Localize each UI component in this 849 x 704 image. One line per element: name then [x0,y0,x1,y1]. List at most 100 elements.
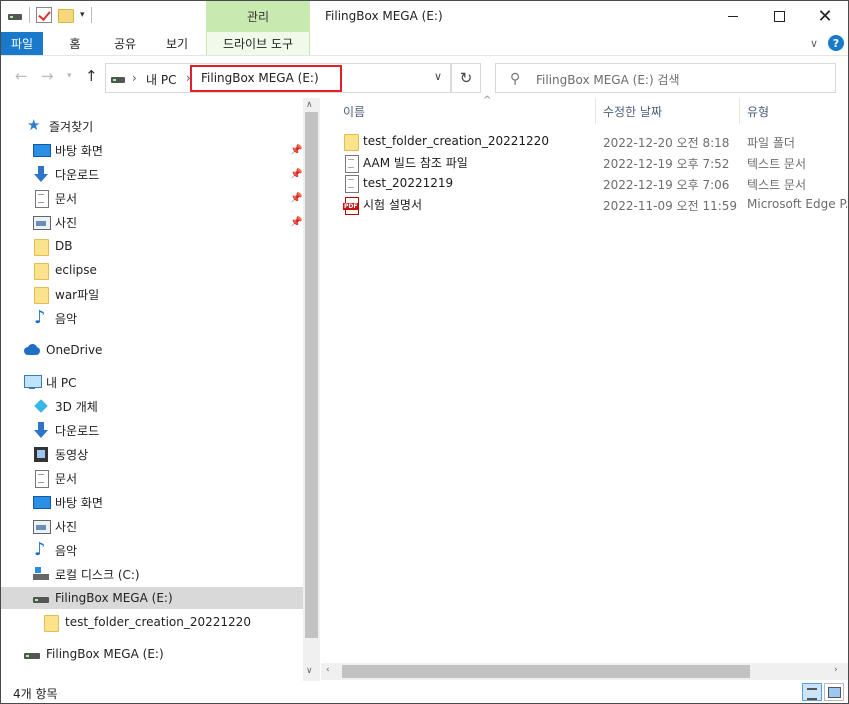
file-row[interactable]: AAM 빌드 참조 파일 2022-12-19 오후 7:52 텍스트 문서 [321,151,848,173]
details-view-button[interactable] [802,683,822,701]
file-row[interactable]: 시험 설명서 2022-11-09 오전 11:59 Microsoft Edg… [321,193,848,215]
scroll-left-chevron-icon[interactable]: ‹ [326,665,330,675]
refresh-button[interactable]: ↻ [451,63,481,93]
nav-item-documents[interactable]: 문서 [1,467,303,489]
nav-item-3d-objects[interactable]: 3D 개체 [1,395,303,417]
pin-icon[interactable]: 📌 [290,145,302,156]
file-row[interactable]: test_folder_creation_20221220 2022-12-20… [321,130,848,151]
tab-home[interactable]: 홈 [57,32,93,55]
scroll-up-chevron-icon[interactable]: ∧ [306,100,313,110]
nav-label: 3D 개체 [55,399,98,414]
manage-context-tab-header[interactable]: 관리 [206,1,310,32]
file-type: Microsoft Edge P... [747,197,847,211]
document-icon [33,190,49,208]
file-row[interactable]: test_20221219 2022-12-19 오후 7:06 텍스트 문서 [321,172,848,193]
nav-label: 다운로드 [55,423,100,438]
scroll-down-chevron-icon[interactable]: ∨ [306,666,313,676]
column-divider[interactable] [595,98,596,124]
window-caption-buttons: ✕ [710,1,848,31]
tab-file[interactable]: 파일 [1,32,43,55]
nav-item-eclipse[interactable]: eclipse [1,259,303,281]
forward-arrow-icon[interactable]: → [41,67,54,85]
address-row: ← → ▾ ↑ › 내 PC › FilingBox MEGA (E:) ∨ ↻… [1,57,848,97]
nav-item-music[interactable]: 음악 [1,539,303,561]
picture-icon [33,214,51,230]
nav-item-filingbox-mega[interactable]: FilingBox MEGA (E:) [1,587,303,609]
nav-item-documents[interactable]: 문서 📌 [1,187,303,209]
folder-icon [33,238,49,256]
file-type: 파일 폴더 [747,136,795,150]
large-icons-view-button[interactable] [824,683,844,701]
scroll-right-chevron-icon[interactable]: › [834,665,838,675]
file-modified: 2022-12-19 오후 7:06 [603,178,730,192]
pin-icon[interactable]: 📌 [290,169,302,180]
3d-objects-icon [33,398,49,414]
nav-item-db[interactable]: DB [1,235,303,257]
nav-label: test_folder_creation_20221220 [65,615,251,629]
tab-drive-tools[interactable]: 드라이브 도구 [206,32,310,55]
customize-toolbar-chevron-icon[interactable]: ▾ [80,10,85,20]
minimize-button[interactable] [710,1,756,31]
computer-icon [24,374,42,390]
nav-item-filingbox-mega-root[interactable]: FilingBox MEGA (E:) [1,643,303,665]
column-header-type[interactable]: 유형 [747,98,847,124]
nav-item-music[interactable]: 음악 [1,307,303,329]
explorer-window: ▾ 관리 FilingBox MEGA (E:) ✕ 파일 홈 공유 보기 드라… [0,0,849,704]
windows-drive-icon [33,566,49,582]
star-icon [27,116,43,134]
nav-item-downloads[interactable]: 다운로드 📌 [1,163,303,185]
help-icon[interactable]: ? [828,35,844,51]
nav-item-desktop[interactable]: 바탕 화면 [1,491,303,513]
new-folder-icon[interactable] [58,9,74,23]
nav-item-pictures[interactable]: 사진 📌 [1,211,303,233]
nav-scrollbar-thumb[interactable] [305,112,318,638]
pin-icon[interactable]: 📌 [290,193,302,204]
column-header-modified[interactable]: 수정한 날짜 [603,98,739,124]
drive-icon [110,70,126,86]
address-bar[interactable]: › 내 PC › FilingBox MEGA (E:) ∨ [105,63,451,93]
nav-label: FilingBox MEGA (E:) [46,647,164,661]
nav-item-downloads[interactable]: 다운로드 [1,419,303,441]
nav-item-desktop[interactable]: 바탕 화면 📌 [1,139,303,161]
nav-onedrive[interactable]: OneDrive [1,339,303,361]
folder-icon [43,614,59,632]
column-divider[interactable] [739,98,740,124]
nav-this-pc[interactable]: 내 PC [1,371,303,393]
breadcrumb-separator-icon[interactable]: › [132,71,137,85]
tab-view[interactable]: 보기 [157,32,197,55]
folder-icon [33,286,49,304]
expand-ribbon-chevron-icon[interactable]: ∨ [810,37,818,50]
maximize-button[interactable] [756,1,802,31]
file-list-horizontal-scrollbar[interactable]: ‹ › [321,663,848,680]
tab-share[interactable]: 공유 [105,32,145,55]
nav-item-war-files[interactable]: war파일 [1,283,303,305]
column-header-name[interactable]: 이름 ^ [343,95,593,124]
nav-item-test-folder[interactable]: test_folder_creation_20221220 [1,611,303,633]
nav-item-videos[interactable]: 동영상 [1,443,303,465]
address-history-chevron-icon[interactable]: ∨ [434,70,442,83]
back-arrow-icon[interactable]: ← [15,67,28,85]
close-button[interactable]: ✕ [802,1,848,31]
ribbon-right-controls: ∨ ? [810,35,844,51]
nav-scrollbar[interactable]: ∧ ∨ [303,98,320,681]
window-title: FilingBox MEGA (E:) [325,9,443,23]
folder-icon [33,262,49,280]
column-label: 이름 [343,104,366,119]
pin-icon[interactable]: 📌 [290,217,302,228]
horizontal-scrollbar-thumb[interactable] [342,665,750,678]
breadcrumb-this-pc[interactable]: 내 PC [146,71,176,88]
toolbar-divider [29,7,30,23]
nav-label: OneDrive [46,343,103,357]
nav-quick-access[interactable]: 즐겨찾기 [1,115,303,137]
properties-icon[interactable] [36,7,52,23]
recent-locations-chevron-icon[interactable]: ▾ [67,71,72,81]
text-file-icon [343,154,359,173]
search-icon: ⚲ [510,71,521,87]
nav-item-local-disk-c[interactable]: 로컬 디스크 (C:) [1,563,303,585]
nav-item-pictures[interactable]: 사진 [1,515,303,537]
file-modified: 2022-11-09 오전 11:59 [603,199,738,213]
item-count: 4개 항목 [13,687,58,701]
search-input[interactable]: ⚲ FilingBox MEGA (E:) 검색 [495,63,836,93]
nav-label: 내 PC [46,375,77,390]
up-arrow-icon[interactable]: ↑ [85,67,98,85]
